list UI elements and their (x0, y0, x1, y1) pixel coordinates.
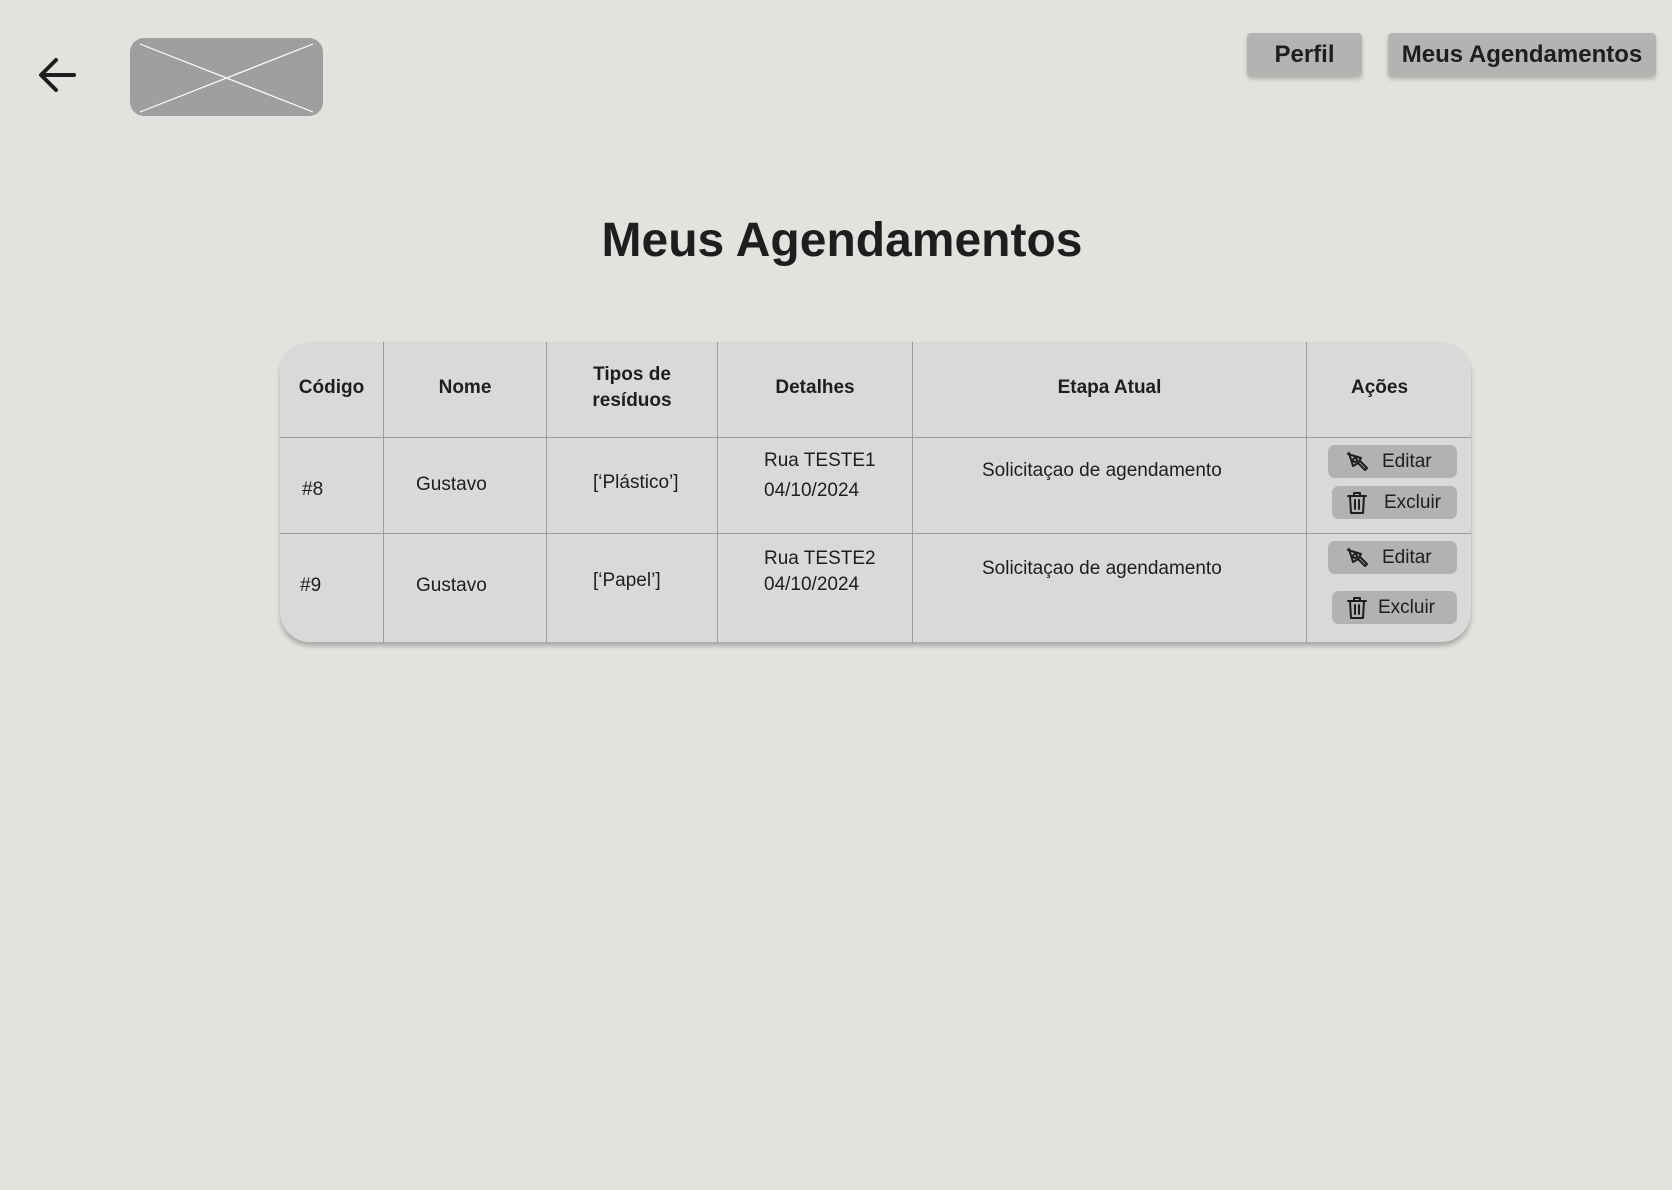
column-header-detalhes: Detalhes (775, 377, 855, 398)
cell-tipos: [‘Plástico’] (593, 472, 679, 493)
cell-etapa: Solicitaçao de agendamento (982, 558, 1222, 579)
column-header-etapa: Etapa Atual (1057, 377, 1162, 398)
cell-codigo: #8 (302, 479, 324, 500)
edit-button-label: Editar (1382, 546, 1432, 568)
delete-button[interactable]: Excluir (1332, 486, 1457, 519)
cell-codigo: #9 (300, 575, 322, 596)
pen-tool-icon (1344, 449, 1370, 475)
delete-button-label: Excluir (1378, 596, 1436, 618)
cell-detalhes-rua: Rua TESTE2 (764, 548, 876, 569)
edit-button-label: Editar (1382, 450, 1432, 472)
arrow-left-icon (39, 58, 76, 92)
agendamentos-table: Código Nome Tipos de resíduos Detalhes E… (280, 342, 1471, 642)
delete-button-label: Excluir (1384, 491, 1442, 513)
page-title: Meus Agendamentos (601, 214, 1083, 267)
cell-etapa: Solicitaçao de agendamento (982, 460, 1222, 481)
back-button[interactable] (34, 50, 82, 98)
cell-nome: Gustavo (416, 474, 487, 495)
trash-icon (1344, 490, 1370, 516)
column-header-tipos-line1: Tipos de (593, 364, 671, 385)
column-header-acoes: Ações (1350, 377, 1409, 398)
delete-button[interactable]: Excluir (1332, 591, 1457, 624)
meus-agendamentos-button[interactable]: Meus Agendamentos (1388, 33, 1656, 76)
cell-nome: Gustavo (416, 575, 487, 596)
column-header-tipos-line2: resíduos (592, 390, 672, 411)
column-header-nome: Nome (438, 377, 492, 398)
trash-icon (1344, 595, 1370, 621)
edit-button[interactable]: Editar (1328, 445, 1457, 478)
pen-tool-icon (1344, 545, 1370, 571)
perfil-button[interactable]: Perfil (1247, 33, 1362, 76)
column-header-codigo: Código (298, 377, 365, 398)
cell-detalhes-data: 04/10/2024 (764, 480, 860, 501)
cell-tipos: [‘Papel’] (593, 570, 661, 591)
cell-detalhes-data: 04/10/2024 (764, 574, 860, 595)
logo-image-placeholder (130, 38, 323, 116)
edit-button[interactable]: Editar (1328, 541, 1457, 574)
column-header-tipos: Tipos de resíduos (547, 362, 717, 414)
cell-detalhes-rua: Rua TESTE1 (764, 450, 876, 471)
